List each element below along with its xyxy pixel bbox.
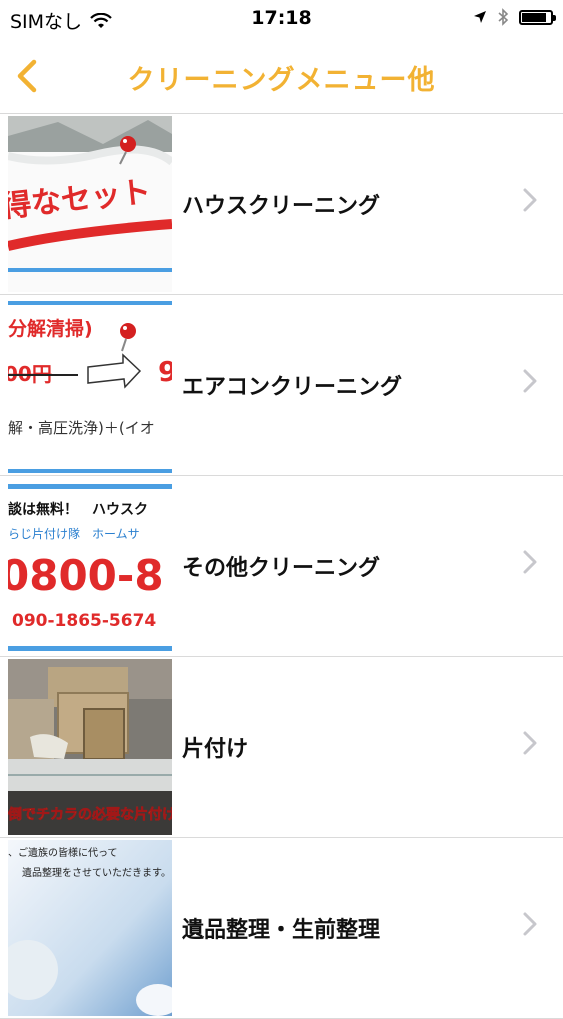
- thumb-text-2: 遺品整理をさせていただきます。: [22, 866, 171, 879]
- thumb-text-3: 0800-8: [8, 551, 164, 600]
- menu-item-label: 遺品整理・生前整理: [182, 918, 381, 943]
- house-cleaning-thumbnail: 得なセット: [8, 116, 172, 292]
- menu-item-house-cleaning[interactable]: 得なセット ハウスクリーニング: [0, 114, 563, 295]
- thumb-text-1: 談は無料！ ハウスク: [8, 501, 148, 518]
- thumb-text-1: 分解清掃): [8, 317, 93, 340]
- menu-item-tidying[interactable]: 倒でチカラの必要な片付け 片付け: [0, 657, 563, 838]
- navigation-bar: クリーニングメニュー他: [0, 38, 563, 114]
- menu-item-aircon-cleaning[interactable]: 分解清掃) 00円 9 解・高圧洗浄)＋(イオ エアコンクリーニング: [0, 295, 563, 476]
- status-bar: SIMなし 17:18: [0, 0, 563, 38]
- thumb-text-3: 解・高圧洗浄)＋(イオ: [8, 419, 155, 437]
- menu-item-label: ハウスクリーニング: [182, 194, 381, 219]
- aircon-cleaning-thumbnail: 分解清掃) 00円 9 解・高圧洗浄)＋(イオ: [8, 297, 172, 473]
- thumb-text-1: 、ご遺族の皆様に代って: [8, 846, 118, 859]
- battery-icon: [519, 9, 556, 25]
- page-title: クリーニングメニュー他: [127, 65, 436, 96]
- thumb-text-2: らじ片付け隊 ホームサ: [8, 526, 140, 541]
- menu-item-other-cleaning[interactable]: 談は無料！ ハウスク らじ片付け隊 ホームサ 0800-8 090-1865-5…: [0, 476, 563, 657]
- thumb-text-4: 090-1865-5674: [12, 611, 156, 631]
- tidying-thumbnail: 倒でチカラの必要な片付け: [8, 659, 172, 835]
- chevron-right-icon: [523, 188, 537, 212]
- menu-list: 得なセット ハウスクリーニング 分解清掃) 00円 9 解・高圧洗浄)＋(イオ: [0, 114, 563, 1019]
- estate-clearance-thumbnail: 、ご遺族の皆様に代って 遺品整理をさせていただきます。: [8, 840, 172, 1016]
- thumb-text: 倒でチカラの必要な片付け: [8, 806, 172, 823]
- chevron-right-icon: [523, 369, 537, 393]
- chevron-right-icon: [523, 912, 537, 936]
- chevron-right-icon: [523, 731, 537, 755]
- bluetooth-icon: [498, 8, 509, 26]
- menu-item-label: 片付け: [182, 737, 249, 762]
- menu-item-estate-clearance[interactable]: 、ご遺族の皆様に代って 遺品整理をさせていただきます。 遺品整理・生前整理: [0, 838, 563, 1019]
- other-cleaning-thumbnail: 談は無料！ ハウスク らじ片付け隊 ホームサ 0800-8 090-1865-5…: [8, 478, 172, 654]
- menu-item-label: エアコンクリーニング: [182, 375, 403, 400]
- chevron-right-icon: [523, 550, 537, 574]
- location-arrow-icon: [474, 11, 486, 23]
- menu-item-label: その他クリーニング: [182, 556, 381, 581]
- svg-text:9: 9: [158, 355, 172, 388]
